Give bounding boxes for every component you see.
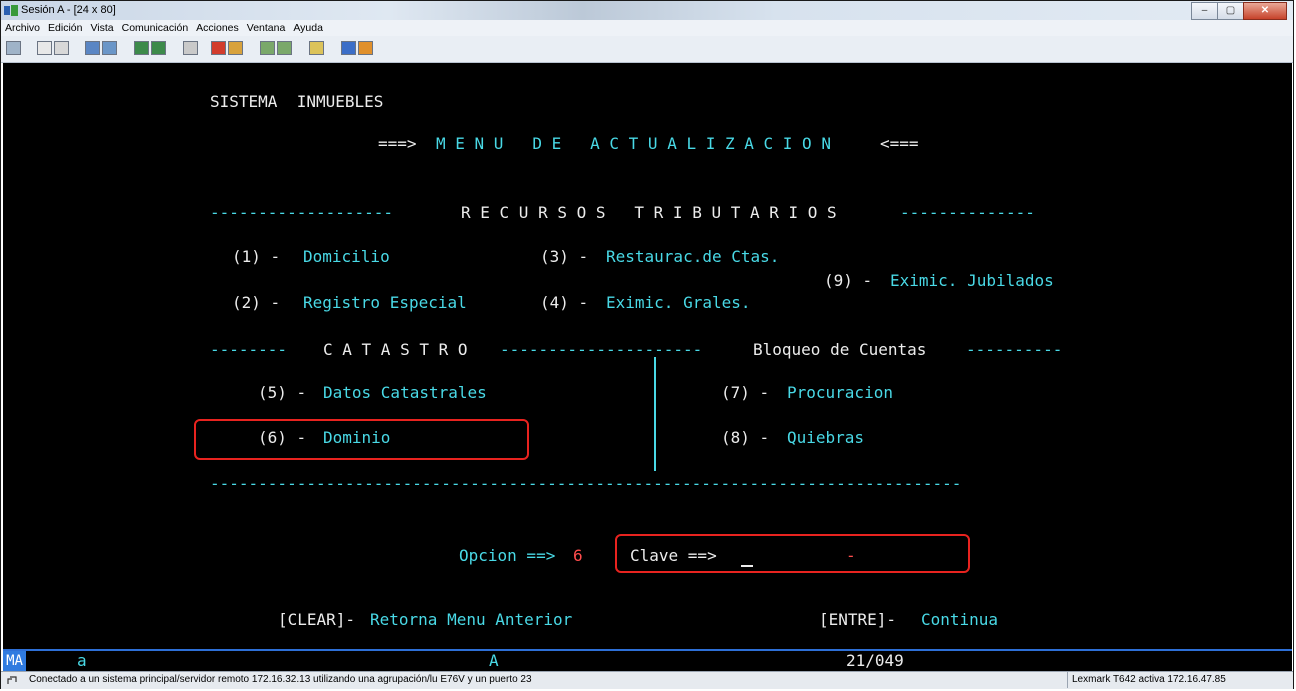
option-5-key: (5) -: [258, 383, 307, 402]
operator-info-area: MA a A 21/049: [3, 651, 1292, 671]
option-7-key: (7) -: [721, 383, 770, 402]
copy-icon[interactable]: [37, 41, 52, 55]
maximize-button[interactable]: ▢: [1217, 2, 1244, 20]
app-icon: [4, 5, 18, 16]
option-8-key: (8) -: [721, 428, 770, 447]
status-bar: Conectado a un sistema principal/servido…: [1, 671, 1293, 689]
terminal-screen[interactable]: SISTEMA INMUEBLES ===> M E N U D E A C T…: [3, 63, 1292, 651]
tag-icon[interactable]: [358, 41, 373, 55]
enter-key[interactable]: [ENTRE]-: [819, 611, 896, 629]
opcion-label: Opcion ==>: [459, 546, 556, 565]
option-3-restaurac[interactable]: Restaurac.de Ctas.: [606, 248, 779, 266]
option-2-registro-especial[interactable]: Registro Especial: [303, 294, 467, 312]
menu-ventana[interactable]: Ventana: [243, 20, 290, 36]
clear-key[interactable]: [CLEAR]-: [278, 611, 355, 629]
column-separator: [654, 357, 656, 471]
option-4-eximic-grales[interactable]: Eximic. Grales.: [606, 294, 751, 312]
bloqueo-cuentas-heading: Bloqueo de Cuentas: [753, 340, 927, 359]
play-icon[interactable]: [228, 41, 243, 55]
session-letter: a: [77, 651, 87, 670]
cursor-position: 21/049: [846, 651, 904, 670]
clave-input[interactable]: [743, 547, 839, 565]
receive-icon[interactable]: [102, 41, 117, 55]
printer-status: Lexmark T642 activa 172.16.47.85: [1067, 672, 1291, 688]
connection-icon: [7, 676, 17, 684]
paste-icon[interactable]: [54, 41, 69, 55]
option-3-key: (3) -: [540, 247, 589, 266]
bottom-rule: ----------------------------------------…: [210, 474, 962, 493]
dominio-highlight: [194, 419, 529, 460]
recursos-rule-right: --------------: [900, 203, 1035, 222]
catastro-rule-middle: ---------------------: [500, 340, 703, 359]
send-icon[interactable]: [85, 41, 100, 55]
connection-message: Conectado a un sistema principal/servido…: [29, 674, 532, 685]
close-button[interactable]: ✕: [1243, 2, 1287, 20]
menu-archivo[interactable]: Archivo: [1, 20, 44, 36]
menu-ayuda[interactable]: Ayuda: [289, 20, 327, 36]
option-5-datos-catastrales[interactable]: Datos Catastrales: [323, 384, 487, 402]
option-4-key: (4) -: [540, 293, 589, 312]
minimize-button[interactable]: –: [1191, 2, 1218, 20]
monitor-icon[interactable]: [151, 41, 166, 55]
mode-indicator: MA: [3, 651, 26, 671]
display-icon[interactable]: [6, 41, 21, 55]
upload-icon[interactable]: [277, 41, 292, 55]
menu-prefix: ===>: [378, 134, 417, 153]
system-title: SISTEMA INMUEBLES: [210, 92, 384, 111]
menu-bar: Archivo Edición Vista Comunicación Accio…: [1, 20, 1293, 36]
option-1-key: (1) -: [232, 247, 281, 266]
option-9-eximic-jubilados[interactable]: Eximic. Jubilados: [890, 272, 1054, 290]
catastro-heading: C A T A S T R O: [323, 340, 468, 359]
palette-icon[interactable]: [341, 41, 356, 55]
menu-acciones[interactable]: Acciones: [192, 20, 243, 36]
menu-title: M E N U D E A C T U A L I Z A C I O N: [436, 134, 831, 153]
menu-edicion[interactable]: Edición: [44, 20, 86, 36]
menu-comunicacion[interactable]: Comunicación: [118, 20, 193, 36]
macro-icon[interactable]: [183, 41, 198, 55]
title-bar: Sesión A - [24 x 80] – ▢ ✕: [1, 1, 1293, 20]
record-icon[interactable]: [211, 41, 226, 55]
option-1-domicilio[interactable]: Domicilio: [303, 248, 390, 266]
catastro-rule-left: --------: [210, 340, 288, 359]
bloqueo-rule-right: ----------: [966, 340, 1063, 359]
option-2-key: (2) -: [232, 293, 281, 312]
enter-description: Continua: [921, 610, 999, 629]
menu-vista[interactable]: Vista: [86, 20, 117, 36]
input-indicator: A: [489, 651, 499, 670]
window-title: Sesión A - [24 x 80]: [21, 4, 116, 16]
option-7-procuracion[interactable]: Procuracion: [787, 384, 893, 402]
option-8-quiebras[interactable]: Quiebras: [787, 429, 864, 447]
menu-suffix: <===: [880, 134, 919, 153]
toolbar: [1, 36, 1293, 63]
download-icon[interactable]: [260, 41, 275, 55]
opcion-input[interactable]: 6: [573, 547, 583, 565]
option-9-key: (9) -: [824, 271, 873, 290]
clear-description: Retorna Menu Anterior: [370, 610, 573, 629]
monitor-icon[interactable]: [134, 41, 149, 55]
keyboard-icon[interactable]: [309, 41, 324, 55]
recursos-rule-left: -------------------: [210, 203, 394, 222]
recursos-tributarios-heading: R E C U R S O S T R I B U T A R I O S: [461, 203, 837, 222]
